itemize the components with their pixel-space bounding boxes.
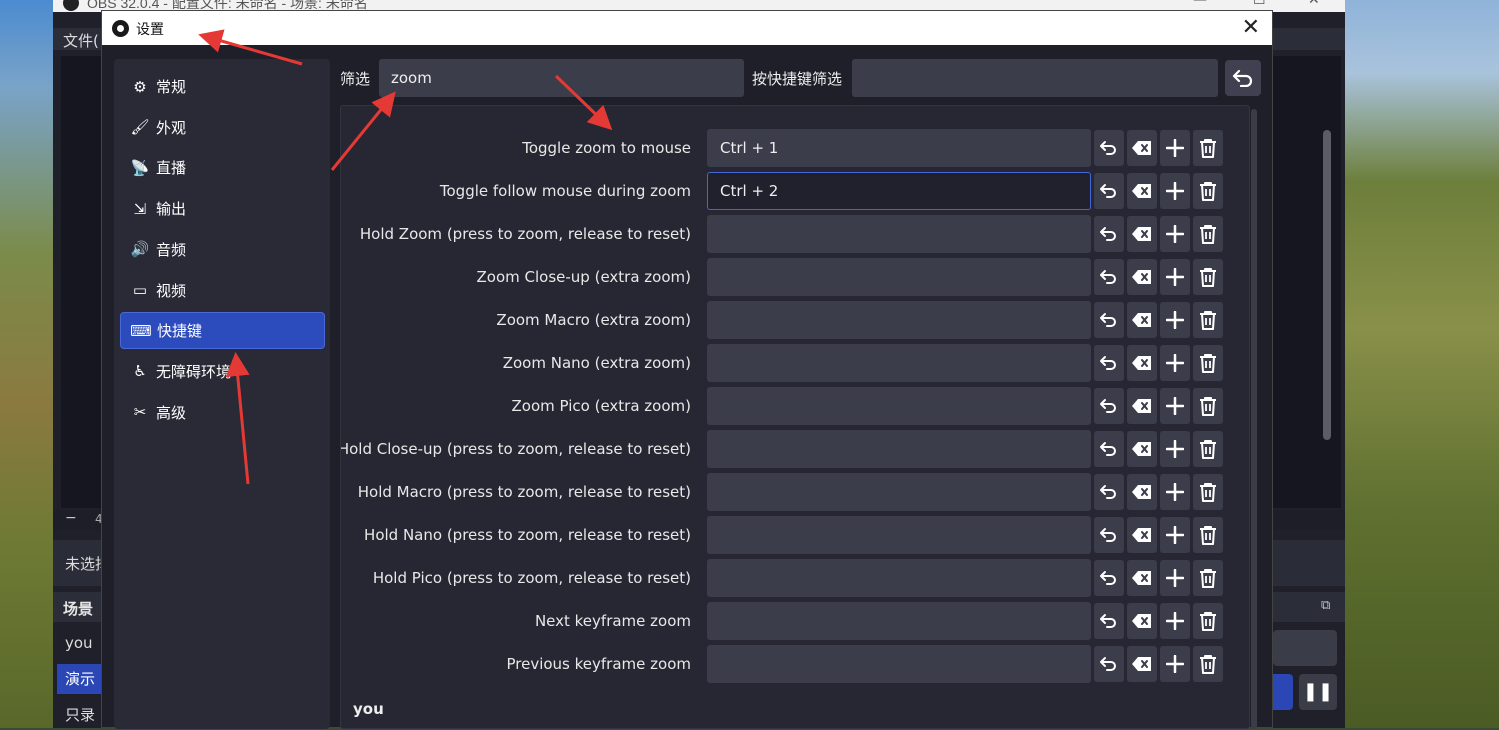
- arrow-to-hotkey: [554, 74, 613, 131]
- arrow-to-accessibility: [225, 352, 250, 485]
- arrow-to-title: [198, 29, 303, 66]
- annotation-arrows: [198, 29, 613, 485]
- arrow-to-filter: [330, 91, 396, 171]
